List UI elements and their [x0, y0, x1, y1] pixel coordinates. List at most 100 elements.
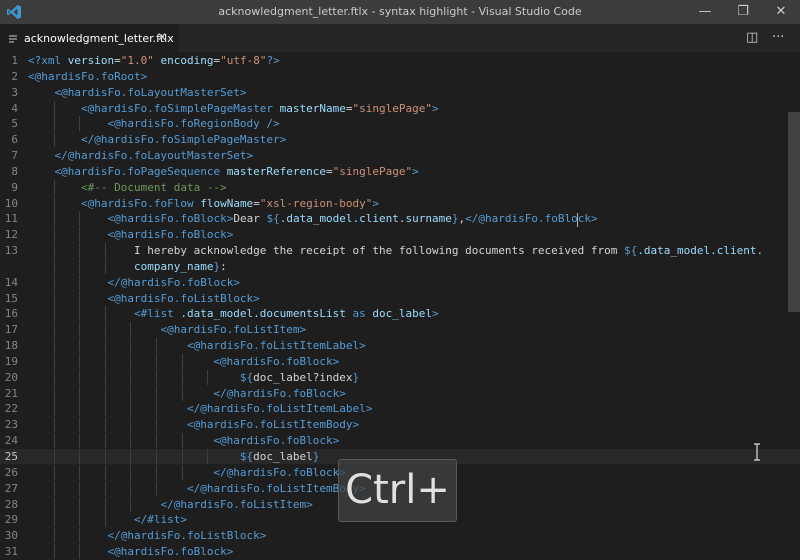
code-line[interactable]: 14 </@hardisFo.foBlock> — [0, 274, 800, 290]
indent-guide — [53, 274, 55, 290]
code-token: <#list — [133, 307, 181, 321]
code-line[interactable]: 12 <@hardisFo.foBlock> — [0, 227, 800, 243]
code-text: </#list> — [28, 512, 187, 527]
tab-close-button[interactable]: ✕ — [157, 30, 167, 44]
code-text: <@hardisFo.foRegionBody /> — [28, 116, 279, 131]
indent-guide — [156, 401, 157, 417]
code-token: <#-- Document data --> — [80, 180, 227, 194]
code-line[interactable]: 24 <@hardisFo.foBlock> — [0, 433, 800, 449]
code-token: </@hardisFo.foListItem> — [160, 497, 313, 511]
indent-guide — [79, 544, 81, 560]
indent-guide — [79, 496, 81, 512]
code-line[interactable]: 6 </@hardisFo.foSimplePageMaster> — [0, 132, 800, 148]
code-token: .data_model.client.surname — [279, 212, 452, 226]
indent-guide — [79, 290, 81, 306]
more-actions-icon[interactable]: ··· — [772, 30, 784, 45]
line-number: 28 — [4, 497, 18, 511]
code-line[interactable]: 20 ${doc_label?index} — [0, 369, 800, 385]
code-line[interactable]: 21 </@hardisFo.foBlock> — [0, 385, 800, 401]
code-line[interactable]: 9 <#-- Document data --> — [0, 179, 800, 195]
code-line[interactable]: 4 <@hardisFo.foSimplePageMaster masterNa… — [0, 100, 800, 116]
indent-guide — [53, 132, 55, 148]
code-line[interactable]: 22 </@hardisFo.foListItemLabel> — [0, 401, 800, 417]
indent-guide — [130, 338, 132, 354]
indent-guide — [79, 528, 81, 544]
code-line[interactable]: 8 <@hardisFo.foPageSequence masterRefere… — [0, 164, 800, 179]
code-token: <@hardisFo.foPageSequence — [54, 164, 227, 178]
code-line[interactable]: 13 I hereby acknowledge the receipt of t… — [0, 243, 800, 259]
indent-guide — [104, 353, 106, 369]
indent-guide — [130, 496, 132, 512]
code-text: </@hardisFo.foListBlock> — [28, 528, 266, 543]
code-token: <@hardisFo.foLayoutMasterSet> — [54, 85, 247, 99]
code-line[interactable]: 16 <#list .data_model.documentsList as d… — [0, 306, 800, 322]
split-editor-icon[interactable]: ◫ — [746, 30, 758, 45]
code-token: "singlePage" — [352, 101, 433, 115]
code-token: <@hardisFo.foListItemLabel> — [186, 339, 366, 353]
code-text: <@hardisFo.foSimplePageMaster masterName… — [28, 101, 439, 116]
line-number: 11 — [4, 212, 18, 226]
code-token: > — [432, 101, 439, 115]
indent-guide — [79, 433, 81, 449]
indent-guide — [130, 449, 132, 464]
code-line[interactable]: 1 <?xml version="1.0" encoding="utf-8"?> — [0, 53, 800, 68]
indent-guide — [79, 306, 81, 322]
code-token: = — [114, 54, 121, 67]
tab-acknowledgment-letter[interactable]: acknowledgment_letter.ftlx ✕ — [0, 24, 178, 52]
code-line[interactable]: 5 <@hardisFo.foRegionBody /> — [0, 116, 800, 132]
code-token: > — [412, 164, 419, 178]
minimize-icon: — — [698, 4, 712, 19]
code-line[interactable]: 31 <@hardisFo.foBlock> — [0, 544, 800, 560]
code-token: </@hardisFo.foLayoutMasterSet> — [54, 149, 254, 163]
close-window-button[interactable]: ✕ — [762, 0, 800, 24]
code-token: version — [67, 54, 115, 67]
code-token: ${ — [239, 370, 254, 384]
code-line[interactable]: 23 <@hardisFo.foListItemBody> — [0, 417, 800, 433]
code-token: <@hardisFo.foListBlock> — [107, 291, 260, 305]
code-token: <@hardisFo.foRoot> — [28, 69, 148, 83]
code-line[interactable]: 2 <@hardisFo.foRoot> — [0, 69, 800, 84]
indent-guide — [104, 512, 106, 528]
code-line[interactable]: 17 <@hardisFo.foListItem> — [0, 322, 800, 338]
code-token: "utf-8" — [220, 54, 267, 67]
code-line[interactable]: 3 <@hardisFo.foLayoutMasterSet> — [0, 85, 800, 100]
code-token: <@hardisFo.foBlock> — [213, 354, 340, 368]
line-number: 19 — [4, 354, 18, 368]
line-number: 17 — [4, 323, 18, 337]
line-number: 4 — [11, 101, 18, 115]
indent-guide — [79, 401, 81, 417]
code-text: <@hardisFo.foBlock> — [28, 227, 233, 242]
code-token: <@hardisFo.foBlock> — [107, 228, 234, 242]
indent-guide — [79, 385, 81, 401]
restore-button[interactable]: ❐ — [724, 0, 762, 24]
indent-guide — [104, 480, 106, 496]
code-text: <@hardisFo.foBlock> — [28, 354, 339, 369]
code-token: doc_label — [372, 307, 433, 321]
line-number: 3 — [11, 85, 18, 99]
code-text: </@hardisFo.foListItem> — [28, 497, 313, 512]
code-token: masterReference — [226, 164, 327, 178]
code-line[interactable]: 30 </@hardisFo.foListBlock> — [0, 528, 800, 544]
minimize-button[interactable]: — — [686, 0, 724, 24]
line-number: 22 — [4, 402, 18, 416]
indent-guide — [130, 353, 132, 369]
code-line[interactable]: 18 <@hardisFo.foListItemLabel> — [0, 338, 800, 354]
code-token: > — [432, 307, 439, 321]
code-line[interactable]: 11 <@hardisFo.foBlock>Dear ${.data_model… — [0, 211, 800, 227]
indent-guide — [181, 369, 183, 385]
code-line[interactable]: 10 <@hardisFo.foFlow flowName="xsl-regio… — [0, 195, 800, 211]
code-line[interactable]: 7 </@hardisFo.foLayoutMasterSet> — [0, 148, 800, 163]
code-line[interactable]: 15 <@hardisFo.foListBlock> — [0, 290, 800, 306]
code-line[interactable]: 19 <@hardisFo.foBlock> — [0, 353, 800, 369]
indent-guide — [181, 385, 183, 401]
code-line[interactable]: company_name}: — [0, 258, 800, 274]
code-text: <@hardisFo.foBlock> — [28, 433, 339, 448]
indent-guide — [79, 464, 81, 480]
